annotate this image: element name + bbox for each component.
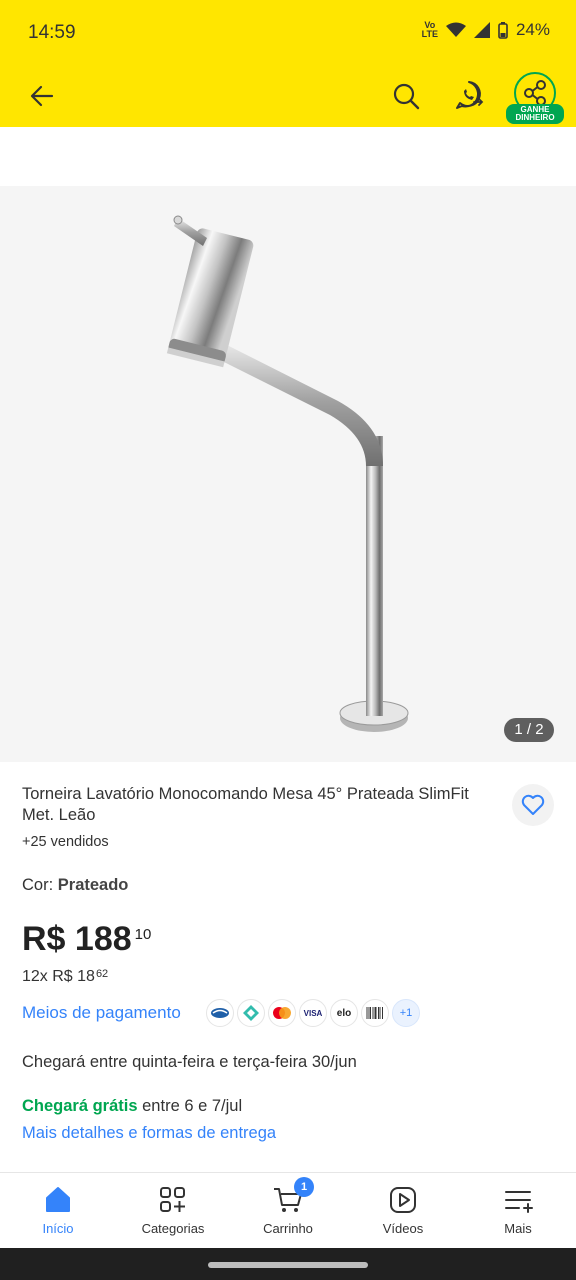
color-value: Prateado <box>57 876 129 894</box>
more-payment-methods[interactable]: +1 <box>392 999 420 1027</box>
badge-line-2: DINHEIRO <box>515 113 555 122</box>
arrow-left-icon <box>30 85 54 107</box>
whatsapp-share-button[interactable] <box>452 78 486 112</box>
visa-text: VISA <box>303 1008 323 1018</box>
app-bar: GANHE DINHEIRO <box>0 64 576 127</box>
nav-more[interactable]: Mais <box>468 1183 568 1236</box>
nav-home-label: Início <box>42 1221 74 1236</box>
pix-icon <box>237 999 265 1027</box>
whatsapp-icon <box>456 81 484 109</box>
categories-icon <box>160 1187 185 1212</box>
visa-icon: VISA <box>299 999 327 1027</box>
nav-cart-icon-wrap: 1 <box>238 1177 338 1217</box>
menu-plus-icon <box>505 1191 533 1213</box>
product-image-gallery[interactable]: 1 / 2 <box>0 186 576 762</box>
color-selector[interactable]: Cor: Prateado <box>22 876 128 895</box>
share-earn-button[interactable]: GANHE DINHEIRO <box>506 70 564 126</box>
nav-more-icon-wrap <box>468 1183 568 1217</box>
cart-badge: 1 <box>294 1177 314 1197</box>
nav-cart-label: Carrinho <box>263 1221 313 1236</box>
color-label: Cor: <box>22 876 58 894</box>
mastercard-icon <box>268 999 296 1027</box>
nav-categories-icon-wrap <box>123 1183 223 1217</box>
delivery-estimate: Chegará entre quinta-feira e terça-feira… <box>22 1053 357 1071</box>
payment-methods-link[interactable]: Meios de pagamento <box>22 1003 181 1023</box>
back-button[interactable] <box>26 80 58 112</box>
heart-icon <box>521 794 545 815</box>
nav-videos[interactable]: Vídeos <box>353 1183 453 1236</box>
installments-cents: 62 <box>95 968 109 980</box>
earn-money-badge: GANHE DINHEIRO <box>506 104 564 124</box>
search-button[interactable] <box>390 80 422 112</box>
nav-videos-icon-wrap <box>353 1183 453 1217</box>
boleto-icon <box>361 999 389 1027</box>
status-time: 14:59 <box>28 22 76 43</box>
bottom-nav: Início Categorias 1 Carrinho Vídeos Mais <box>0 1172 576 1248</box>
nav-home-icon-wrap <box>8 1183 108 1217</box>
free-shipping-strong: Chegará grátis <box>22 1097 138 1115</box>
price-cents: 10 <box>134 926 152 943</box>
payment-icons[interactable]: VISA elo +1 <box>206 999 420 1027</box>
installments-main: 12x R$ 18 <box>22 968 95 985</box>
battery-level: 24% <box>515 20 550 39</box>
nav-more-label: Mais <box>504 1221 532 1236</box>
installments: 12x R$ 18 62 <box>22 968 108 986</box>
status-icons: Vo LTE 24% <box>422 20 550 40</box>
play-video-icon <box>390 1187 416 1213</box>
elo-text: elo <box>336 1007 352 1019</box>
favorite-button[interactable] <box>512 784 554 826</box>
product-title: Torneira Lavatório Monocomando Mesa 45° … <box>22 785 469 824</box>
free-shipping: Chegará grátis entre 6 e 7/jul <box>22 1097 242 1116</box>
free-shipping-dates: entre 6 e 7/jul <box>137 1097 243 1115</box>
image-counter: 1 / 2 <box>504 718 554 742</box>
price-main: R$ 188 <box>22 920 132 958</box>
home-gesture-pill[interactable] <box>208 1262 368 1268</box>
wifi-icon <box>445 22 466 37</box>
volte-bottom: LTE <box>421 29 438 39</box>
caixa-icon <box>206 999 234 1027</box>
signal-icon <box>473 22 490 38</box>
nav-videos-label: Vídeos <box>382 1221 424 1236</box>
elo-icon: elo <box>330 999 358 1027</box>
home-icon <box>46 1187 70 1212</box>
delivery-details-link[interactable]: Mais detalhes e formas de entrega <box>22 1124 276 1143</box>
search-icon <box>393 83 420 110</box>
nav-cart[interactable]: 1 Carrinho <box>238 1177 338 1236</box>
nav-home[interactable]: Início <box>8 1183 108 1236</box>
faucet-image <box>166 215 409 732</box>
nav-categories-label: Categorias <box>141 1221 205 1236</box>
sold-count: +25 vendidos <box>22 834 109 850</box>
nav-categories[interactable]: Categorias <box>123 1183 223 1236</box>
volte-indicator: Vo LTE <box>422 21 438 39</box>
battery-icon <box>498 21 508 39</box>
system-nav-bar <box>0 1248 576 1280</box>
status-bar: 14:59 Vo LTE 24% <box>0 0 576 64</box>
price: R$ 188 10 <box>22 920 151 959</box>
